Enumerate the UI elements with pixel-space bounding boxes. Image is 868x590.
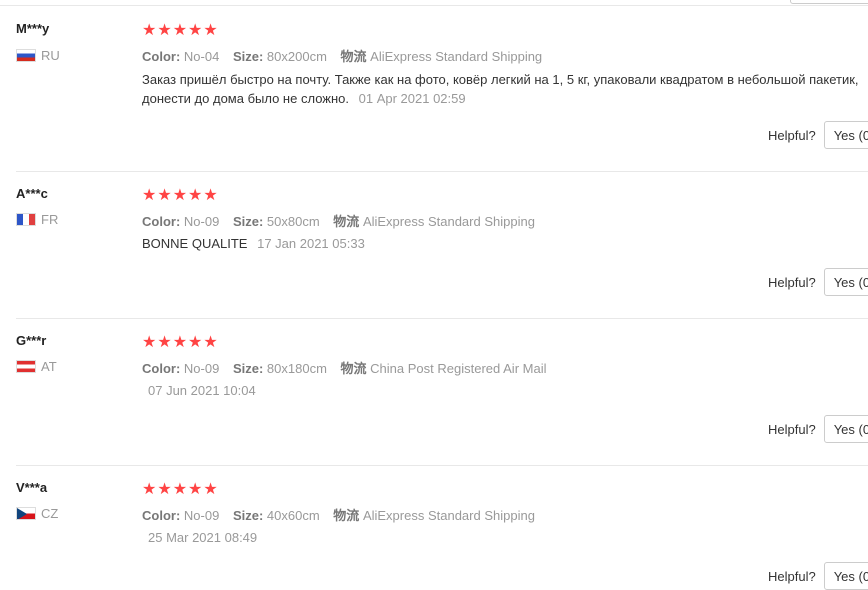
review-text: Заказ пришёл быстро на почту. Также как … — [142, 70, 862, 108]
country-code: AT — [41, 359, 57, 374]
size-value: 80x200cm — [266, 49, 327, 64]
sku-info: Color: No-09 Size: 80x180cm 物流 China Pos… — [142, 358, 546, 377]
sku-info: Color: No-04 Size: 80x200cm 物流 AliExpres… — [142, 46, 542, 65]
size-label: Size: — [232, 508, 264, 523]
logistics-label: 物流 — [340, 49, 367, 64]
logistics-value: AliExpress Standard Shipping — [362, 508, 535, 523]
color-value: No-09 — [183, 214, 220, 229]
color-label: Color: — [142, 214, 181, 229]
helpful-label: Helpful? — [768, 274, 816, 290]
logistics-value: AliExpress Standard Shipping — [362, 214, 535, 229]
buyer-country: FR — [16, 212, 58, 227]
russia-flag-icon — [16, 49, 36, 62]
color-value: No-04 — [183, 49, 220, 64]
color-label: Color: — [142, 361, 181, 376]
color-value: No-09 — [183, 508, 220, 523]
star-rating: ★★★★★ — [142, 22, 219, 39]
buyer-country: CZ — [16, 506, 58, 521]
review-date: 01 Apr 2021 02:59 — [358, 91, 466, 106]
helpful-section: Helpful? Yes (0) — [768, 268, 868, 296]
helpful-yes-button[interactable]: Yes (0) — [823, 121, 868, 149]
sku-info: Color: No-09 Size: 50x80cm 物流 AliExpress… — [142, 211, 535, 230]
logistics-label: 物流 — [340, 361, 367, 376]
helpful-label: Helpful? — [768, 127, 816, 143]
helpful-yes-button[interactable]: Yes (0) — [823, 562, 868, 590]
size-value: 40x60cm — [266, 508, 320, 523]
buyer-name: A***c — [16, 186, 48, 201]
review-divider — [16, 465, 868, 466]
top-control-edge[interactable] — [790, 0, 868, 4]
color-label: Color: — [142, 49, 181, 64]
top-divider — [0, 5, 868, 6]
buyer-name: V***a — [16, 480, 48, 495]
review-text: 25 Mar 2021 08:49 — [142, 528, 862, 547]
logistics-value: AliExpress Standard Shipping — [370, 49, 543, 64]
austria-flag-icon — [16, 360, 36, 373]
review-date: 07 Jun 2021 10:04 — [148, 383, 256, 398]
buyer-name: G***r — [16, 333, 47, 348]
review-text: BONNE QUALITE 17 Jan 2021 05:33 — [142, 234, 862, 253]
review-divider — [16, 171, 868, 172]
buyer-country: RU — [16, 48, 60, 63]
size-label: Size: — [232, 361, 264, 376]
czech-flag-icon — [16, 507, 36, 520]
helpful-section: Helpful? Yes (0) — [768, 562, 868, 590]
helpful-section: Helpful? Yes (0) — [768, 121, 868, 149]
size-value: 80x180cm — [266, 361, 327, 376]
sku-info: Color: No-09 Size: 40x60cm 物流 AliExpress… — [142, 505, 535, 524]
color-value: No-09 — [183, 361, 220, 376]
review-body: Заказ пришёл быстро на почту. Также как … — [142, 72, 859, 106]
review-divider — [16, 318, 868, 319]
country-code: FR — [41, 212, 59, 227]
size-label: Size: — [232, 214, 264, 229]
review-date: 17 Jan 2021 05:33 — [257, 236, 365, 251]
size-value: 50x80cm — [266, 214, 320, 229]
logistics-label: 物流 — [333, 214, 360, 229]
helpful-yes-button[interactable]: Yes (0) — [823, 415, 868, 443]
star-rating: ★★★★★ — [142, 481, 219, 498]
review-text: 07 Jun 2021 10:04 — [142, 381, 862, 400]
helpful-label: Helpful? — [768, 568, 816, 584]
buyer-country: AT — [16, 359, 57, 374]
helpful-label: Helpful? — [768, 421, 816, 437]
helpful-section: Helpful? Yes (0) — [768, 415, 868, 443]
buyer-name: M***y — [16, 21, 50, 36]
review-body: BONNE QUALITE — [142, 236, 248, 251]
star-rating: ★★★★★ — [142, 334, 219, 351]
size-label: Size: — [232, 49, 264, 64]
review-date: 25 Mar 2021 08:49 — [148, 530, 258, 545]
france-flag-icon — [16, 213, 36, 226]
country-code: CZ — [41, 506, 59, 521]
logistics-label: 物流 — [333, 508, 360, 523]
helpful-yes-button[interactable]: Yes (0) — [823, 268, 868, 296]
color-label: Color: — [142, 508, 181, 523]
star-rating: ★★★★★ — [142, 187, 219, 204]
logistics-value: China Post Registered Air Mail — [370, 361, 547, 376]
country-code: RU — [41, 48, 60, 63]
